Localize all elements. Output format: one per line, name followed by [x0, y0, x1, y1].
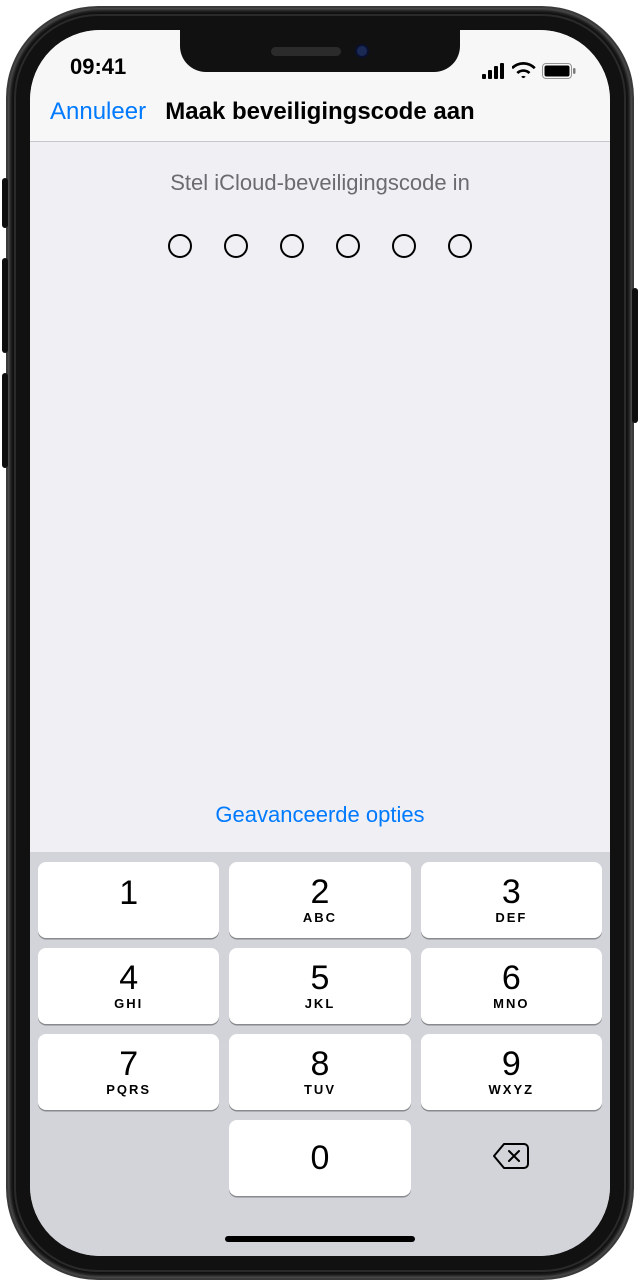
key-8[interactable]: 8 TUV — [229, 1034, 410, 1110]
key-digit: 7 — [119, 1047, 138, 1081]
phone-frame: 09:41 Annuleer Maak beveiligingscode aan… — [8, 8, 632, 1278]
passcode-dot — [336, 234, 360, 258]
key-letters: DEF — [495, 910, 527, 925]
key-digit: 8 — [311, 1047, 330, 1081]
key-digit: 4 — [119, 961, 138, 995]
key-9[interactable]: 9 WXYZ — [421, 1034, 602, 1110]
key-3[interactable]: 3 DEF — [421, 862, 602, 938]
key-letters: MNO — [493, 996, 529, 1011]
key-letters: TUV — [304, 1082, 336, 1097]
volume-up-button — [2, 258, 8, 353]
keypad: 1 2 ABC 3 DEF 4 GHI 5 JKL — [38, 862, 602, 1196]
key-letters: GHI — [114, 996, 143, 1011]
wifi-icon — [512, 62, 536, 80]
advanced-options-button[interactable]: Geavanceerde opties — [215, 802, 424, 828]
key-5[interactable]: 5 JKL — [229, 948, 410, 1024]
key-letters: JKL — [305, 996, 336, 1011]
key-letters: ABC — [303, 910, 337, 925]
home-indicator[interactable] — [225, 1236, 415, 1242]
backspace-button[interactable] — [421, 1120, 602, 1196]
key-digit: 5 — [311, 961, 330, 995]
key-digit: 0 — [311, 1141, 330, 1175]
keypad-area: 1 2 ABC 3 DEF 4 GHI 5 JKL — [30, 852, 610, 1256]
key-6[interactable]: 6 MNO — [421, 948, 602, 1024]
key-2[interactable]: 2 ABC — [229, 862, 410, 938]
key-digit: 1 — [119, 876, 138, 910]
mute-switch — [2, 178, 8, 228]
content-area: Stel iCloud-beveiligingscode in Geavance… — [30, 142, 610, 852]
key-digit: 9 — [502, 1047, 521, 1081]
notch — [180, 30, 460, 72]
status-time: 09:41 — [70, 54, 126, 80]
backspace-icon — [492, 1142, 530, 1175]
volume-down-button — [2, 373, 8, 468]
key-digit: 3 — [502, 875, 521, 909]
prompt-label: Stel iCloud-beveiligingscode in — [170, 170, 470, 196]
nav-bar: Annuleer Maak beveiligingscode aan — [30, 82, 610, 142]
cellular-signal-icon — [482, 63, 506, 79]
passcode-dots — [168, 234, 472, 258]
key-digit: 2 — [311, 875, 330, 909]
passcode-dot — [392, 234, 416, 258]
key-1[interactable]: 1 — [38, 862, 219, 938]
key-0[interactable]: 0 — [229, 1120, 410, 1196]
screen: 09:41 Annuleer Maak beveiligingscode aan… — [30, 30, 610, 1256]
front-camera — [355, 44, 369, 58]
key-letters: PQRS — [106, 1082, 151, 1097]
power-button — [632, 288, 638, 423]
passcode-dot — [448, 234, 472, 258]
passcode-dot — [168, 234, 192, 258]
status-right — [482, 62, 576, 80]
key-blank — [38, 1120, 219, 1196]
passcode-dot — [224, 234, 248, 258]
key-7[interactable]: 7 PQRS — [38, 1034, 219, 1110]
key-4[interactable]: 4 GHI — [38, 948, 219, 1024]
speaker-grille — [271, 47, 341, 56]
key-letters: WXYZ — [489, 1082, 535, 1097]
passcode-dot — [280, 234, 304, 258]
key-digit: 6 — [502, 961, 521, 995]
battery-icon — [542, 63, 576, 79]
cancel-button[interactable]: Annuleer — [50, 98, 146, 126]
